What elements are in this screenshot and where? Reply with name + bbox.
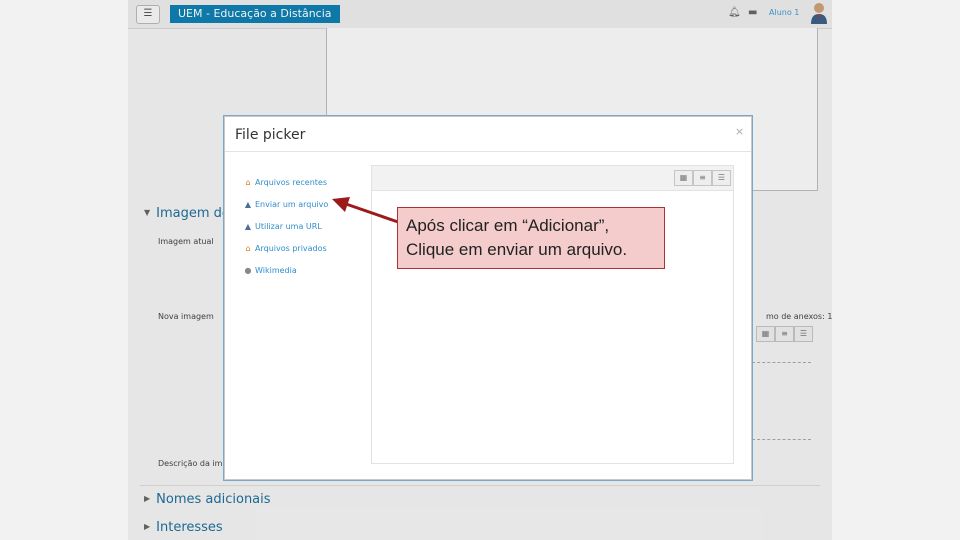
annotation-arrow: [332, 197, 399, 224]
callout-line-2: Clique em enviar um arquivo.: [406, 240, 628, 259]
instruction-callout: Após clicar em “Adicionar”, Clique em en…: [397, 207, 665, 269]
callout-line-1: Após clicar em “Adicionar”,: [406, 216, 610, 235]
